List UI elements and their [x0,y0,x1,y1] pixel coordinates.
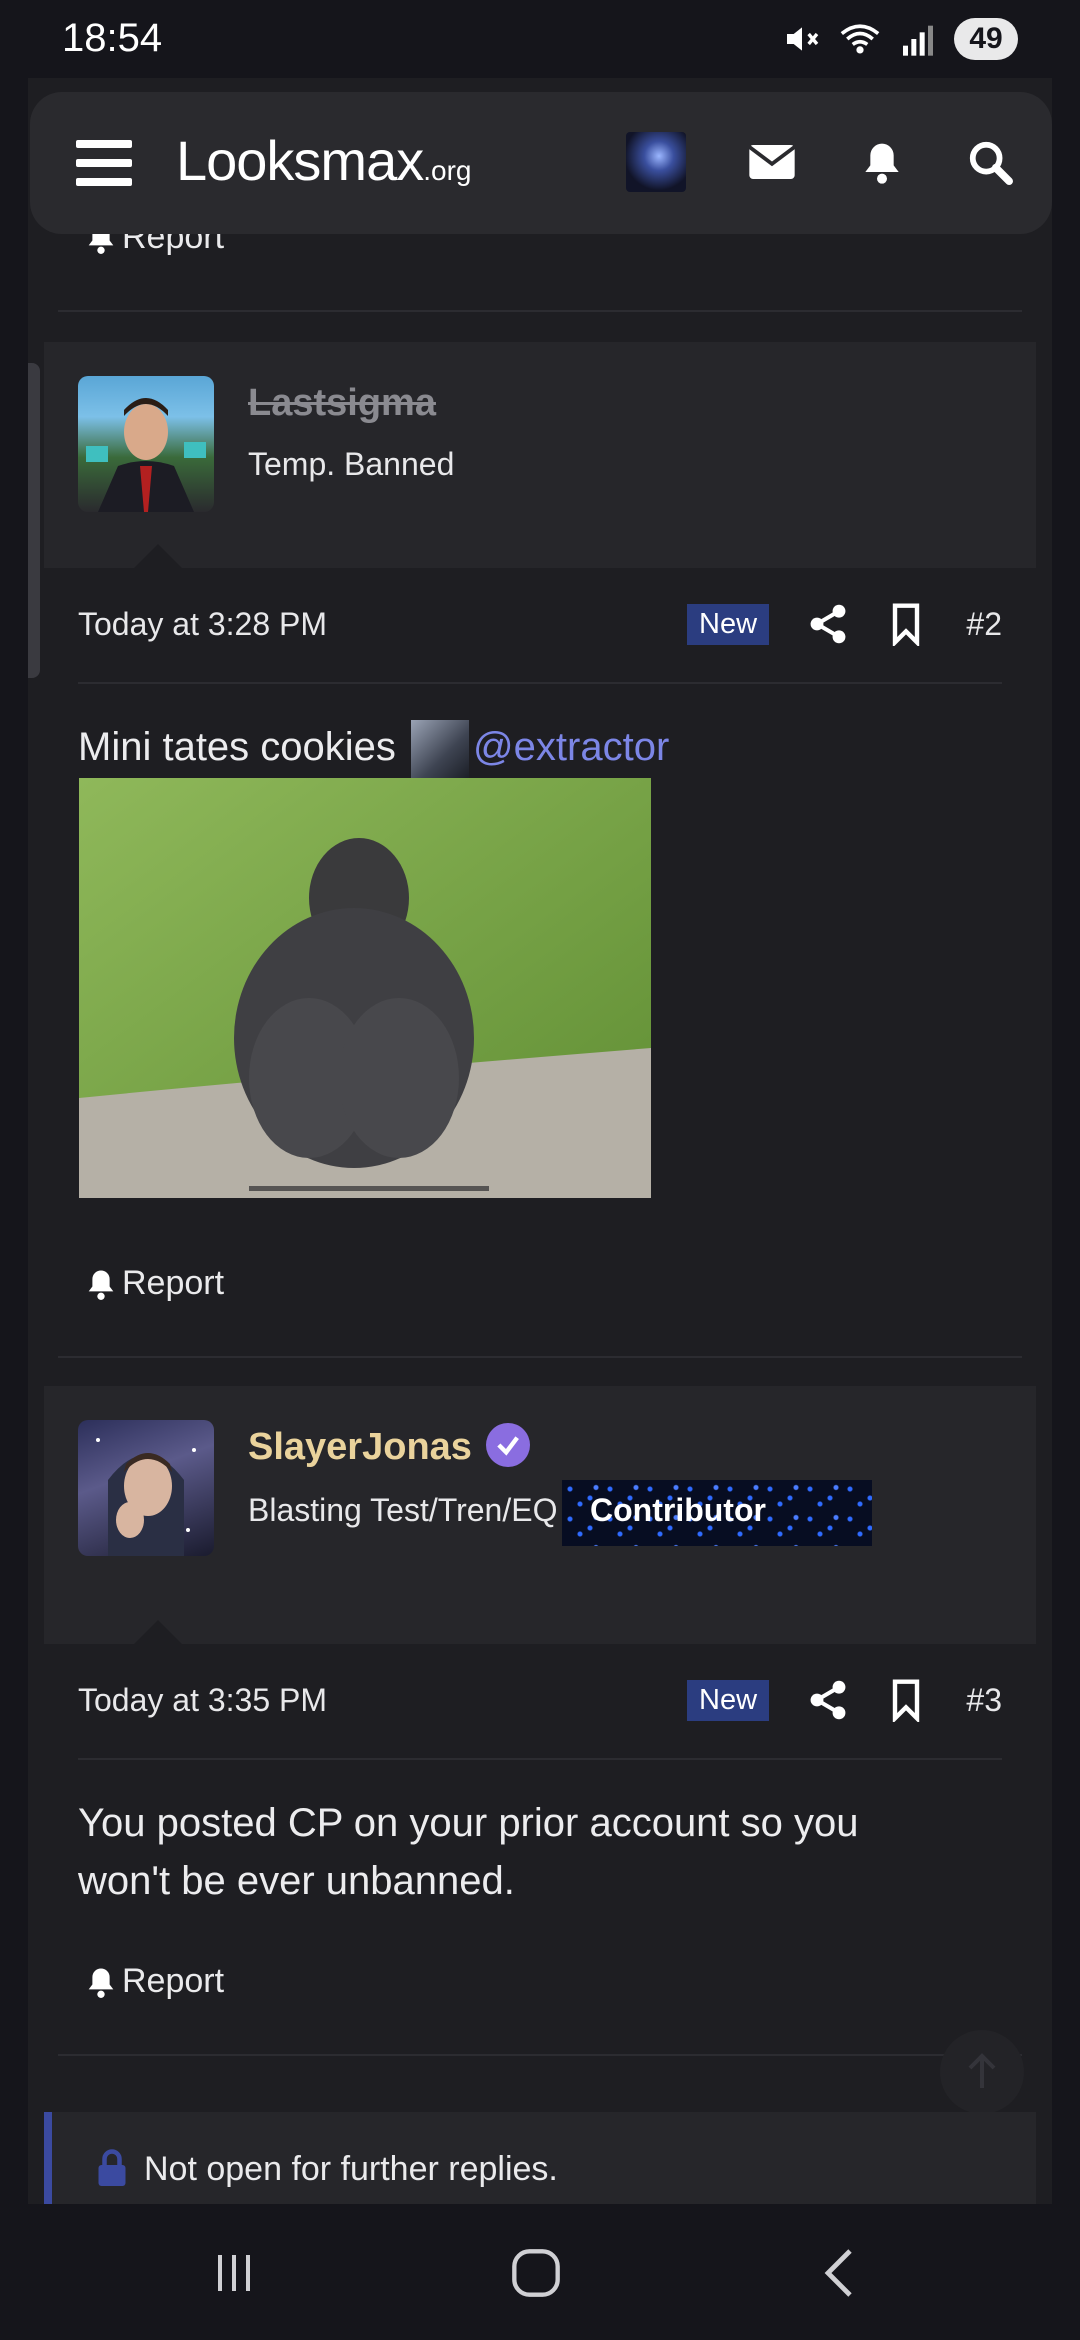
bell-icon [88,1967,114,1998]
report-label: Report [122,1962,225,2000]
home-icon[interactable] [496,2246,576,2300]
post-text: Mini tates cookies [78,725,396,769]
edge-panel-handle[interactable] [28,363,40,678]
avatar[interactable] [626,132,686,192]
meta-divider [78,682,1002,684]
bookmark-icon[interactable] [884,602,928,646]
user-title: Blasting Test/Tren/EQ [248,1492,558,1528]
mute-icon [787,27,819,51]
post-meta: Today at 3:28 PM New #2 [78,596,1002,656]
post-author-block: SlayerJonas Blasting Test/Tren/EQ [44,1386,1036,1644]
report-link[interactable]: Report [86,1264,224,1303]
user-title: Temp. Banned [248,446,455,482]
contributor-banner: Contributor [562,1480,872,1546]
bell-icon[interactable] [854,134,910,190]
post-text-line: won't be ever unbanned. [78,1859,515,1903]
post-text-line: You posted CP on your prior account so y… [78,1801,859,1845]
post-gif-image[interactable] [79,778,651,1198]
meta-divider [78,1758,1002,1760]
bell-icon [88,1269,114,1300]
recents-icon[interactable] [194,2246,274,2300]
post-divider [58,310,1022,312]
status-bar: 18:54 49 [0,0,1080,78]
share-icon[interactable] [806,602,850,646]
menu-icon[interactable] [76,140,132,186]
post-divider [58,1356,1022,1358]
new-badge: New [687,1680,770,1721]
post-number[interactable]: #3 [966,1682,1002,1719]
report-label: Report [122,1264,225,1302]
new-badge: New [687,604,770,645]
avatar[interactable] [78,376,214,512]
battery-indicator: 49 [954,18,1018,60]
post-date[interactable]: Today at 3:35 PM [78,1682,327,1719]
post-author-block: Lastsigma Temp. Banned [44,342,1036,568]
system-nav-bar [0,2204,1080,2340]
status-time: 18:54 [62,16,163,60]
arrow-notch [134,1620,182,1644]
scroll-to-top-button[interactable] [940,2030,1024,2114]
post-meta: Today at 3:35 PM New #3 [78,1672,1002,1732]
post-divider [58,2054,1022,2056]
post-date[interactable]: Today at 3:28 PM [78,606,327,643]
verified-icon [485,1422,530,1467]
thread-locked-notice: Not open for further replies. [44,2112,1036,2204]
wifi-icon [840,24,880,54]
site-logo[interactable]: Looksmax.org [176,128,471,193]
mention-avatar [411,720,470,779]
back-icon[interactable] [800,2246,880,2300]
user-mention-link[interactable]: @extractor [473,725,669,769]
avatar[interactable] [78,1420,214,1556]
username[interactable]: Lastsigma [248,382,436,425]
status-icons: 49 [782,18,1018,60]
mail-icon[interactable] [744,134,800,190]
post-number[interactable]: #2 [966,606,1002,643]
username[interactable]: SlayerJonas [248,1422,530,1471]
bookmark-icon[interactable] [884,1678,928,1722]
post-content: You posted CP on your prior account so y… [78,1794,859,1910]
signal-icon [903,25,933,56]
share-icon[interactable] [806,1678,850,1722]
thread-locked-text: Not open for further replies. [144,2150,558,2188]
post-content: Mini tates cookies @extractor [78,718,669,779]
report-link[interactable]: Report [86,1962,224,2001]
site-header: Looksmax.org [30,92,1052,234]
search-icon[interactable] [962,134,1018,190]
arrow-notch [134,544,182,568]
lock-icon [98,2149,126,2186]
